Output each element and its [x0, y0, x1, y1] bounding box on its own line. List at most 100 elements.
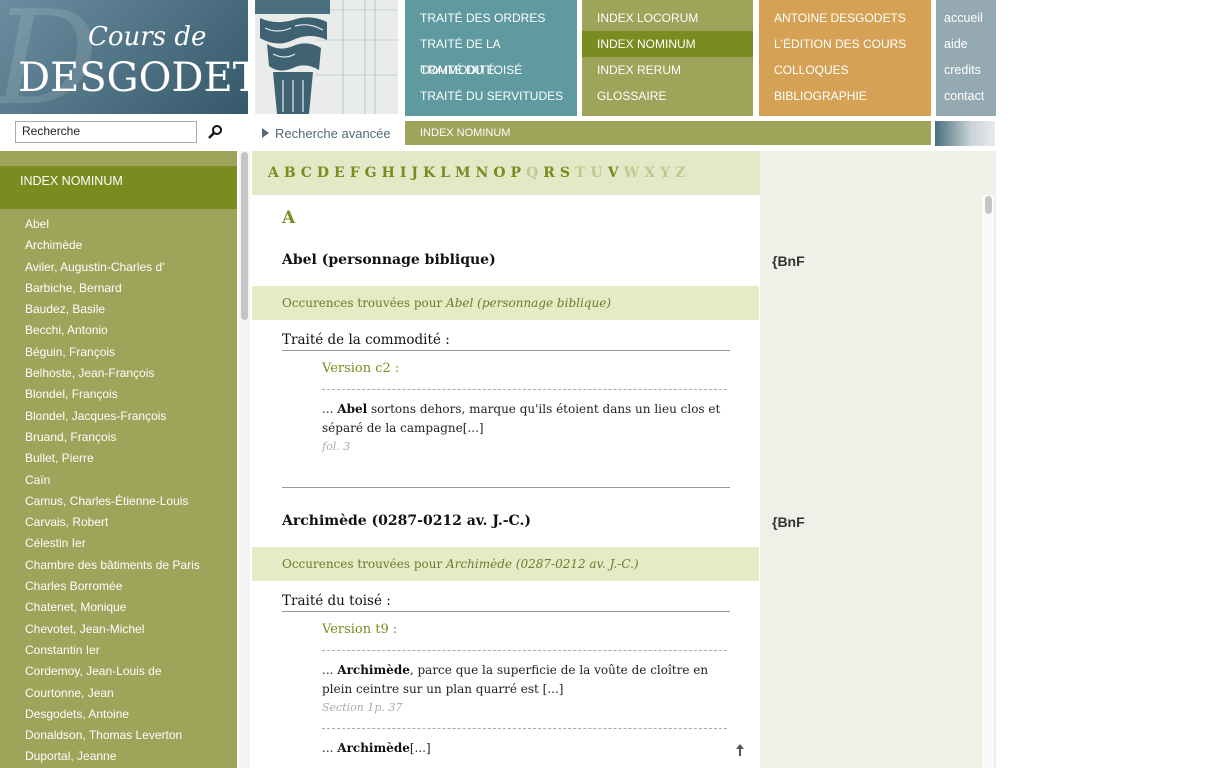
content-scroll-thumb[interactable] [985, 196, 992, 214]
letter-link-i[interactable]: I [400, 165, 407, 181]
nav-item-contact[interactable]: contact [936, 83, 996, 109]
sidebar-item[interactable]: Constantin Ier [25, 640, 237, 661]
bnf-link[interactable]: {BnF [772, 253, 805, 269]
sidebar-item[interactable]: Chatenet, Monique [25, 597, 237, 618]
back-to-top-icon[interactable] [734, 742, 746, 756]
excerpt-text: [...] [409, 741, 431, 755]
search-input[interactable]: Recherche [15, 121, 197, 143]
excerpt-highlight: Archimède [337, 663, 410, 677]
sidebar-heading: INDEX NOMINUM [0, 166, 237, 209]
capital-illustration [255, 0, 398, 114]
nav-item-index-rerum[interactable]: INDEX RERUM [582, 57, 753, 83]
sidebar-item[interactable]: Blondel, Jacques-François [25, 406, 237, 427]
sidebar-item[interactable]: Bullet, Pierre [25, 448, 237, 469]
sidebar-item[interactable]: Chambre des bâtiments de Paris [25, 555, 237, 576]
version-link[interactable]: Version c2 : [322, 361, 399, 376]
letter-link-n[interactable]: N [476, 165, 489, 181]
sidebar-item[interactable]: Carvais, Robert [25, 512, 237, 533]
letter-link-f[interactable]: F [350, 165, 360, 181]
sidebar-scrollbar[interactable] [239, 151, 250, 768]
nav-item-traite-toise[interactable]: TRAITÉ DU TOISÉ [405, 57, 577, 83]
sidebar-item[interactable]: Desgodets, Antoine [25, 704, 237, 725]
nav-item-antoine-desgodets[interactable]: ANTOINE DESGODETS [759, 5, 931, 31]
divider [322, 650, 727, 651]
site-logo[interactable]: D Cours de DESGODETS [0, 0, 248, 114]
sidebar-item[interactable]: Archimède [25, 235, 237, 256]
entry-title[interactable]: Abel (personnage biblique) [282, 252, 496, 268]
nav-item-traite-ordres[interactable]: TRAITÉ DES ORDRES [405, 5, 577, 31]
nav-item-accueil[interactable]: accueil [936, 5, 996, 31]
sidebar-item[interactable]: Béguin, François [25, 342, 237, 363]
letter-link-o[interactable]: O [493, 165, 505, 181]
nav-item-edition-cours[interactable]: L'ÉDITION DES COURS [759, 31, 931, 57]
sidebar-item[interactable]: Chevotet, Jean-Michel [25, 619, 237, 640]
occurrences-bar: Occurences trouvées pour Abel (personnag… [252, 286, 759, 320]
sidebar-item[interactable]: Charles Borromée [25, 576, 237, 597]
sidebar-item[interactable]: Donaldson, Thomas Leverton [25, 725, 237, 746]
sidebar-item[interactable]: Aviler, Augustin-Charles d' [25, 257, 237, 278]
letter-link-s[interactable]: S [560, 165, 570, 181]
sidebar-item[interactable]: Blondel, François [25, 384, 237, 405]
content-scrollbar[interactable] [982, 195, 994, 768]
sidebar-item[interactable]: Célestin Ier [25, 533, 237, 554]
letter-link-b[interactable]: B [284, 165, 296, 181]
letter-link-m[interactable]: M [455, 165, 471, 181]
letter-link-l[interactable]: L [440, 165, 450, 181]
nav-item-colloques[interactable]: COLLOQUES [759, 57, 931, 83]
nav-item-traite-servitudes[interactable]: TRAITÉ DU SERVITUDES [405, 83, 577, 109]
nav-item-aide[interactable]: aide [936, 31, 996, 57]
sidebar-item[interactable]: Duportal, Jeanne [25, 746, 237, 767]
occurrences-name: Archimède (0287-0212 av. J.-C.) [446, 557, 639, 571]
folio-reference[interactable]: fol. 3 [322, 440, 350, 453]
treatise-label: Traité de la commodité : [282, 332, 450, 348]
advanced-search-link[interactable]: Recherche avancée [262, 126, 391, 141]
letter-link-p[interactable]: P [511, 165, 522, 181]
logo-line1: Cours de [88, 22, 207, 52]
letter-link-g[interactable]: G [365, 165, 377, 181]
nav-item-index-locorum[interactable]: INDEX LOCORUM [582, 5, 753, 31]
letter-link-v[interactable]: V [608, 165, 619, 181]
nav-treatises: TRAITÉ DES ORDRES TRAITÉ DE LA COMMODITÉ… [405, 0, 577, 116]
divider [282, 611, 730, 612]
sidebar-item[interactable]: Caïn [25, 470, 237, 491]
letter-link-e[interactable]: E [334, 165, 345, 181]
entry-title[interactable]: Archimède (0287-0212 av. J.-C.) [282, 513, 531, 529]
sidebar-item[interactable]: Camus, Charles-Étienne-Louis [25, 491, 237, 512]
letter-link-j[interactable]: J [411, 165, 418, 181]
letter-link-a[interactable]: A [268, 165, 279, 181]
letter-link-r[interactable]: R [543, 165, 555, 181]
entry-separator [282, 487, 730, 488]
letter-link-d[interactable]: D [317, 165, 329, 181]
sidebar-item[interactable]: Abel [25, 214, 237, 235]
sidebar-item[interactable]: Baudez, Basile [25, 299, 237, 320]
version-link[interactable]: Version t9 : [322, 622, 397, 637]
excerpt: ... Archimède[...] [322, 739, 722, 758]
sidebar-scroll-thumb[interactable] [241, 152, 248, 320]
nav-item-traite-commodite[interactable]: TRAITÉ DE LA COMMODITÉ [405, 31, 577, 77]
letter-link-z: Z [675, 165, 686, 181]
letter-link-h[interactable]: H [382, 165, 395, 181]
nav-indexes: INDEX LOCORUM INDEX NOMINUM INDEX RERUM … [582, 0, 753, 116]
nav-item-glossaire[interactable]: GLOSSAIRE [582, 83, 753, 109]
nav-item-credits[interactable]: credits [936, 57, 996, 83]
occurrences-bar: Occurences trouvées pour Archimède (0287… [252, 547, 759, 581]
nav-item-index-nominum[interactable]: INDEX NOMINUM [582, 31, 753, 57]
letter-link-k[interactable]: K [423, 165, 435, 181]
excerpt-highlight: Archimède [337, 741, 410, 755]
sidebar-item[interactable]: Bruand, François [25, 427, 237, 448]
sidebar-item[interactable]: Cordemoy, Jean-Louis de [25, 661, 237, 682]
bnf-link[interactable]: {BnF [772, 514, 805, 530]
sidebar-item[interactable]: Becchi, Antonio [25, 320, 237, 341]
sidebar-item[interactable]: Courtonne, Jean [25, 683, 237, 704]
divider [282, 350, 730, 351]
letter-link-c[interactable]: C [301, 165, 312, 181]
folio-reference[interactable]: Section 1p. 37 [322, 701, 402, 714]
search-icon[interactable] [207, 124, 223, 140]
occurrences-name: Abel (personnage biblique) [446, 296, 611, 310]
divider [322, 389, 727, 390]
alphabet-bar: ABCDEFGHIJKLMNOPQRSTUVWXYZ [252, 151, 760, 195]
sidebar-item[interactable]: Belhoste, Jean-François [25, 363, 237, 384]
breadcrumb: INDEX NOMINUM [405, 121, 931, 145]
nav-item-bibliographie[interactable]: BIBLIOGRAPHIE [759, 83, 931, 109]
sidebar-item[interactable]: Barbiche, Bernard [25, 278, 237, 299]
